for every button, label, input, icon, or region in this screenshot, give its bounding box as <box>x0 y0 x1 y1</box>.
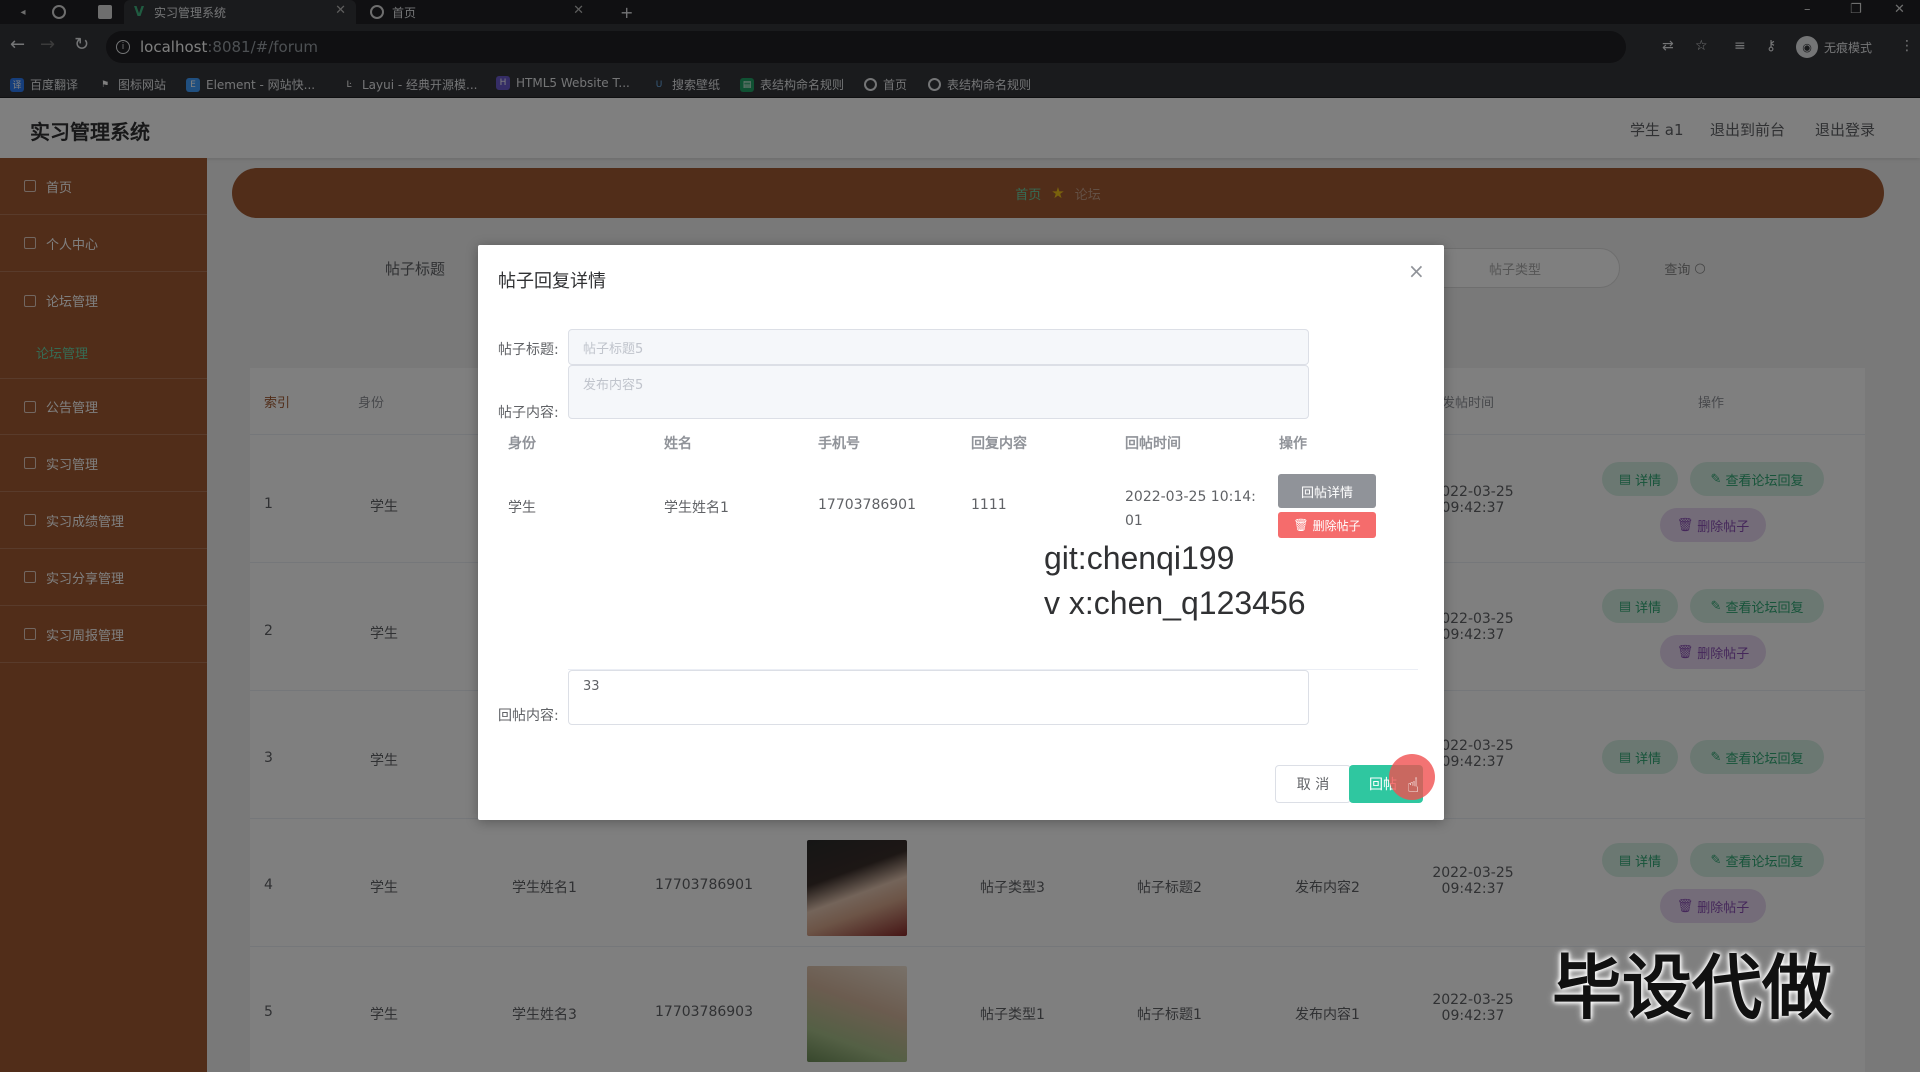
reply-cell-time: 2022-03-25 10:14:01 <box>1125 489 1256 529</box>
reply-content-label: 回帖内容: <box>498 708 559 724</box>
reply-cell-name: 学生姓名1 <box>664 500 729 516</box>
reply-detail-dialog: 帖子回复详情 × 帖子标题: 帖子标题5 帖子内容: 发布内容5 身份 姓名 手… <box>478 245 1444 820</box>
reply-cell-content: 1111 <box>971 497 1007 513</box>
post-title-label: 帖子标题: <box>498 342 559 358</box>
watermark-wechat: v x:chen_q123456 <box>1044 585 1306 621</box>
trash-icon: 🗑 <box>1293 518 1309 532</box>
reply-th-time: 回帖时间 <box>1125 436 1181 452</box>
reply-th-phone: 手机号 <box>818 436 860 452</box>
post-title-field: 帖子标题5 <box>568 329 1309 365</box>
post-content-field: 发布内容5 <box>568 365 1309 419</box>
reply-th-actions: 操作 <box>1279 436 1307 452</box>
close-icon[interactable]: × <box>1408 261 1425 281</box>
reply-cell-phone: 17703786901 <box>818 497 916 513</box>
overlay-watermark: 毕设代做 <box>1552 947 1832 1029</box>
cancel-button[interactable]: 取 消 <box>1275 765 1351 803</box>
delete-post-button[interactable]: 🗑删除帖子 <box>1278 512 1376 538</box>
delete-post-label: 删除帖子 <box>1312 518 1361 533</box>
watermark-git: git:chenqi199 <box>1044 540 1235 576</box>
hand-cursor-icon: ☝ <box>1407 773 1420 797</box>
reply-cell-identity: 学生 <box>508 500 536 516</box>
dialog-title: 帖子回复详情 <box>498 271 606 292</box>
reply-content-textarea[interactable]: 33 <box>568 670 1309 725</box>
reply-detail-button[interactable]: 回帖详情 <box>1278 474 1376 508</box>
reply-th-identity: 身份 <box>508 436 536 452</box>
reply-th-content: 回复内容 <box>971 436 1027 452</box>
post-content-label: 帖子内容: <box>498 405 559 421</box>
reply-th-name: 姓名 <box>664 436 692 452</box>
